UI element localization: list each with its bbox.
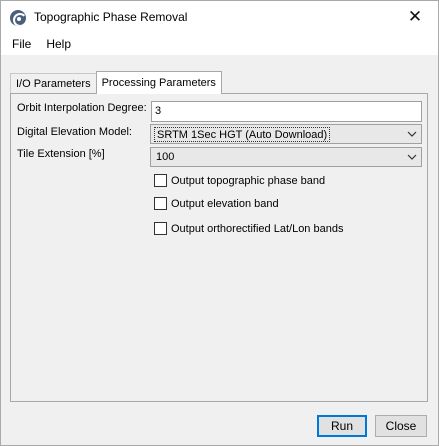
tile-extension-value: 100 <box>156 151 175 163</box>
topo-phase-option[interactable]: Output topographic phase band <box>154 174 325 187</box>
menu-help[interactable]: Help <box>38 33 78 55</box>
dem-label: Digital Elevation Model: <box>17 126 132 138</box>
run-button[interactable]: Run <box>317 415 367 437</box>
elevation-label: Output elevation band <box>171 197 279 210</box>
tile-extension-select[interactable]: 100 <box>150 147 422 167</box>
dem-selected-value: SRTM 1Sec HGT (Auto Download) <box>154 127 331 142</box>
topo-phase-checkbox[interactable] <box>154 174 167 187</box>
app-icon <box>10 10 26 26</box>
close-button[interactable]: Close <box>375 415 427 437</box>
latlon-checkbox[interactable] <box>154 222 167 235</box>
close-window-icon[interactable]: ✕ <box>392 1 438 33</box>
menu-bar: File Help <box>1 33 438 55</box>
chevron-down-icon <box>407 131 417 137</box>
elevation-option[interactable]: Output elevation band <box>154 197 279 210</box>
dem-select[interactable]: SRTM 1Sec HGT (Auto Download) <box>150 124 422 144</box>
tab-processing-parameters[interactable]: Processing Parameters <box>95 71 222 94</box>
orbit-degree-input[interactable]: 3 <box>151 101 422 122</box>
dialog-window: Topographic Phase Removal ✕ File Help I/… <box>0 0 439 446</box>
elevation-checkbox[interactable] <box>154 197 167 210</box>
menu-file[interactable]: File <box>1 33 38 55</box>
tab-strip: I/O Parameters Processing Parameters <box>10 71 222 94</box>
orbit-degree-label: Orbit Interpolation Degree: <box>17 102 147 114</box>
tab-io-parameters[interactable]: I/O Parameters <box>10 73 97 94</box>
processing-parameters-panel: Orbit Interpolation Degree: 3 Digital El… <box>10 93 428 402</box>
latlon-label: Output orthorectified Lat/Lon bands <box>171 222 344 235</box>
chevron-down-icon <box>407 154 417 160</box>
title-bar[interactable]: Topographic Phase Removal ✕ <box>1 1 438 33</box>
window-title: Topographic Phase Removal <box>34 10 188 24</box>
latlon-option[interactable]: Output orthorectified Lat/Lon bands <box>154 222 343 235</box>
tile-extension-label: Tile Extension [%] <box>17 148 105 160</box>
topo-phase-label: Output topographic phase band <box>171 174 326 187</box>
